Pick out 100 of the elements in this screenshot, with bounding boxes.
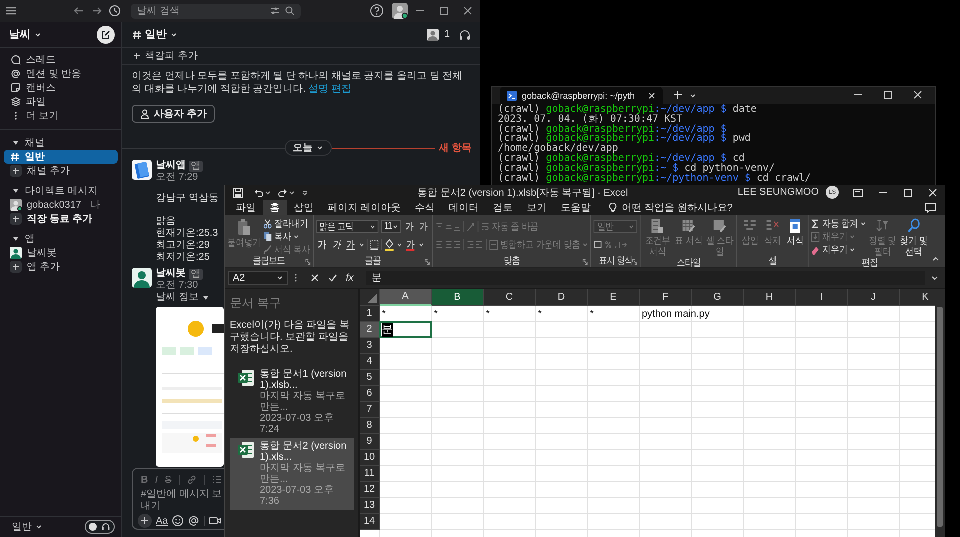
nav-item[interactable]: 스레드 (0, 53, 56, 67)
cell-text[interactable]: * (536, 308, 542, 320)
redo-icon[interactable] (278, 188, 288, 198)
message-time[interactable]: 오전 7:30 (156, 280, 198, 292)
row-header[interactable]: 2 (360, 322, 380, 338)
column-header[interactable]: G (692, 289, 744, 306)
section-header[interactable]: 채널 (0, 136, 45, 150)
italic-button[interactable]: 가 (330, 238, 342, 251)
attachment-title[interactable]: 날씨 정보 (156, 292, 210, 304)
column-header[interactable]: H (744, 289, 796, 306)
undo-icon[interactable] (254, 188, 264, 198)
add-people-button[interactable]: 사용자 추가 (132, 105, 215, 123)
history-icon[interactable] (109, 5, 121, 17)
select-all-icon[interactable] (367, 293, 377, 303)
ribbon-tab[interactable]: 보기 (520, 200, 554, 215)
row-header[interactable]: 8 (360, 418, 380, 434)
notebook-avatar-icon[interactable] (132, 160, 152, 180)
ribbon-tab[interactable]: 수식 (408, 200, 442, 215)
copy-button[interactable]: 복사 (264, 230, 310, 243)
dialog-launcher-icon[interactable] (305, 259, 310, 265)
autosum-button[interactable]: 자동 합계 (812, 217, 866, 230)
sidebar-item[interactable]: 날씨봇 (4, 246, 118, 260)
column-header[interactable]: D (536, 289, 588, 306)
ribbon-tab[interactable]: 페이지 레이아웃 (321, 200, 408, 215)
font-color-button[interactable]: 가 (404, 238, 416, 251)
column-header[interactable]: K (900, 289, 935, 306)
insert-function-button[interactable]: fx (346, 272, 354, 284)
row-header[interactable]: 3 (360, 338, 380, 354)
cell-text[interactable]: * (432, 308, 438, 320)
text-format-button[interactable]: Aa (156, 516, 168, 526)
forward-arrow-icon[interactable] (91, 5, 103, 17)
date-divider-button[interactable]: 오늘 (285, 140, 332, 156)
message-input[interactable]: #일반에 메시지 보내기 (141, 489, 225, 513)
font-size-field[interactable]: 11 (381, 220, 402, 233)
comment-icon[interactable] (925, 202, 937, 214)
row-header[interactable]: 11 (360, 466, 380, 482)
shrink-font-button[interactable]: 가 (418, 220, 430, 233)
nav-item[interactable]: 멘션 및 반응 (0, 67, 82, 81)
drag-handle-icon[interactable] (294, 273, 298, 283)
number-format-icons[interactable] (594, 240, 628, 250)
huddle-toggle[interactable] (85, 520, 115, 534)
column-header[interactable]: B (432, 289, 484, 306)
row-header[interactable]: 7 (360, 402, 380, 418)
recovered-file-item[interactable]: 통합 문서2 (version 1).xls... 마지막 자동 복구로 만든... 2023-07-03 오후 7:36 (230, 438, 354, 510)
members-button[interactable]: 1 (427, 28, 450, 40)
row-header[interactable]: 5 (360, 370, 380, 386)
customize-icon[interactable] (302, 190, 308, 196)
compose-button[interactable] (97, 26, 115, 44)
workspace-switcher[interactable]: 일반 (12, 520, 43, 534)
caret-icon[interactable] (418, 242, 424, 248)
ribbon-tab[interactable]: 도움말 (554, 200, 598, 215)
row-header[interactable]: 6 (360, 386, 380, 402)
nav-item[interactable]: 파일 (0, 95, 46, 109)
cell-text[interactable]: python main.py (640, 308, 710, 320)
cut-button[interactable]: 잘라내기 (264, 217, 310, 230)
ribbon-tab[interactable]: 파일 (229, 200, 263, 215)
row-header[interactable]: 12 (360, 482, 380, 498)
person-avatar-icon[interactable] (132, 268, 152, 288)
help-icon[interactable] (370, 4, 384, 18)
ribbon-tab[interactable]: 삽입 (287, 200, 321, 215)
font-family-field[interactable]: 맑은 고딕 (316, 220, 379, 233)
search-icon[interactable] (285, 6, 295, 16)
cell-text[interactable]: * (380, 308, 386, 320)
caret-icon[interactable] (359, 242, 364, 248)
underline-button[interactable]: 가 (344, 238, 357, 251)
nav-item[interactable]: 캔버스 (0, 81, 56, 95)
dialog-launcher-icon[interactable] (424, 259, 430, 265)
back-arrow-icon[interactable] (73, 5, 85, 17)
cells-button[interactable]: 서식 (786, 217, 806, 247)
user-avatar-icon[interactable] (392, 3, 408, 19)
column-header[interactable]: A (380, 289, 432, 306)
filter-icon[interactable] (270, 6, 280, 16)
terminal-tab[interactable]: goback@raspberrypi: ~/pyth (500, 87, 663, 104)
at-sign-icon[interactable] (188, 515, 200, 527)
cell-text[interactable]: * (588, 308, 594, 320)
caret-icon[interactable] (265, 190, 271, 196)
find-select-button[interactable]: 찾기 및 선택 (900, 217, 928, 258)
caret-icon[interactable] (289, 190, 295, 196)
collapse-ribbon-icon[interactable] (932, 255, 940, 263)
clear-button[interactable]: 지우기 (812, 243, 866, 256)
dialog-launcher-icon[interactable] (632, 259, 638, 265)
row-header[interactable]: 10 (360, 450, 380, 466)
column-header[interactable]: E (588, 289, 640, 306)
borders-icon[interactable] (370, 240, 379, 250)
close-icon[interactable] (648, 92, 656, 100)
user-name[interactable]: LEE SEUNGMOO (738, 187, 819, 198)
formula-input[interactable]: 분 (366, 271, 925, 285)
save-icon[interactable] (233, 188, 243, 198)
ribbon-tab[interactable]: 홈 (263, 200, 287, 215)
bold-button[interactable]: 가 (316, 238, 328, 251)
ribbon-tab[interactable]: 데이터 (442, 200, 486, 215)
menu-icon[interactable] (5, 5, 17, 17)
cell-text[interactable]: * (484, 308, 490, 320)
sidebar-item[interactable]: 앱 추가 (4, 260, 118, 274)
message-author[interactable]: 날씨앱 (156, 160, 186, 172)
column-header[interactable]: I (796, 289, 848, 306)
grow-font-button[interactable]: 가 (404, 220, 416, 233)
plus-icon[interactable] (138, 514, 152, 528)
workspace-name[interactable]: 날씨 (9, 27, 42, 42)
row-header[interactable]: 9 (360, 434, 380, 450)
